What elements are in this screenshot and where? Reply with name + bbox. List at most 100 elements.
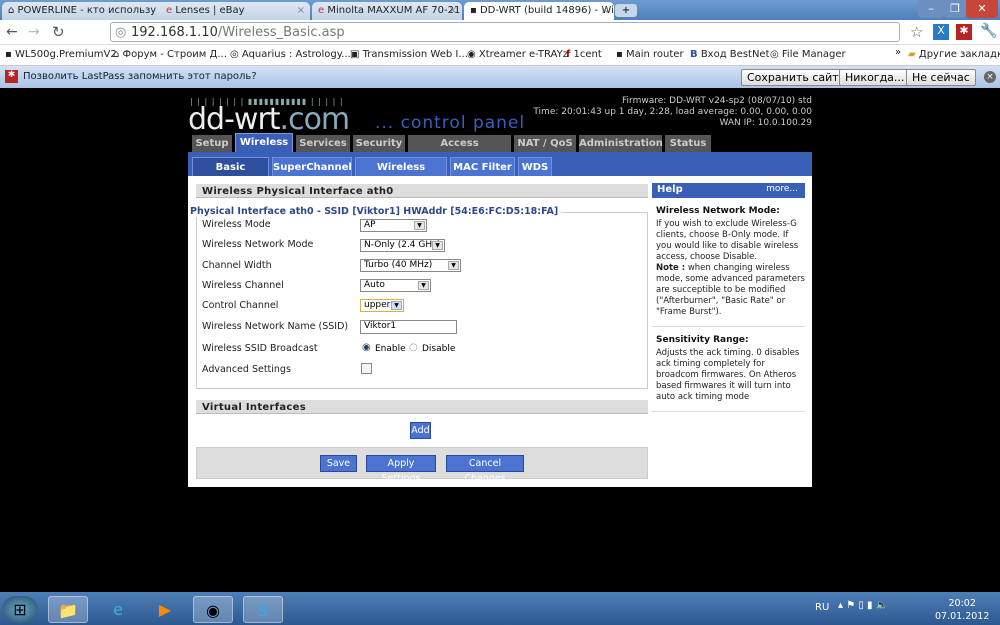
globe-icon: ◎: [115, 25, 127, 40]
minimize-button[interactable]: –: [918, 0, 944, 18]
clock[interactable]: 20:02 07.01.2012: [935, 597, 989, 623]
bookmark[interactable]: ◎ Aquarius : Astrology...: [230, 49, 351, 60]
divider: [652, 411, 805, 412]
bookmark[interactable]: ▪ WL500g.PremiumV2: [5, 49, 117, 60]
tab-status[interactable]: Status: [665, 135, 711, 152]
tab-wireless[interactable]: Wireless: [235, 133, 293, 152]
control-channel-select[interactable]: upper ▼: [360, 299, 404, 312]
close-tab-icon[interactable]: ×: [297, 5, 305, 16]
new-tab-button[interactable]: +: [615, 4, 637, 17]
tab-services[interactable]: Services: [296, 135, 350, 152]
radio-disable[interactable]: ○: [409, 342, 418, 353]
language-indicator[interactable]: RU: [815, 602, 829, 613]
reload-icon[interactable]: ↻: [52, 23, 65, 41]
ebay-icon: e: [318, 5, 328, 16]
help-text: Adjusts the ack timing. 0 disables ack t…: [656, 348, 800, 402]
tab-setup[interactable]: Setup: [192, 135, 232, 152]
browser-tab[interactable]: e Lenses | eBay ×: [160, 2, 310, 20]
bookmark[interactable]: ◉ Xtreamer e-TRAYz: [467, 49, 568, 60]
subtab-superchannel[interactable]: SuperChannel: [272, 157, 352, 176]
not-now-button[interactable]: Не сейчас: [906, 69, 976, 86]
tab-administration[interactable]: Administration: [579, 135, 663, 152]
radio-disable-label: Disable: [422, 344, 456, 354]
bookmark[interactable]: ▣ Transmission Web I...: [350, 49, 468, 60]
divider: [652, 326, 805, 327]
router-info: Firmware: DD-WRT v24-sp2 (08/07/10) std …: [533, 96, 812, 129]
browser-tab-active[interactable]: ▪ DD-WRT (build 14896) - Wi ×: [464, 2, 614, 20]
ssid-broadcast-label: Wireless SSID Broadcast: [202, 343, 318, 354]
skype-icon[interactable]: S: [243, 596, 283, 623]
uptime-text: Time: 20:01:43 up 1 day, 2:28, load aver…: [533, 107, 812, 117]
address-bar[interactable]: ◎ 192.168.1.10/Wireless_Basic.asp: [110, 22, 900, 42]
forward-icon[interactable]: →: [28, 24, 40, 40]
lastpass-message: Позволить LastPass запомнить этот пароль…: [23, 71, 257, 82]
subtab-mac-filter[interactable]: MAC Filter: [450, 157, 515, 176]
bookmark[interactable]: f 1cent: [566, 49, 602, 60]
close-tab-icon[interactable]: ×: [601, 5, 609, 16]
network-mode-select[interactable]: N-Only (2.4 GHz) ▼: [360, 239, 445, 252]
close-bar-button[interactable]: ×: [984, 71, 996, 83]
bookmarks-overflow[interactable]: »: [895, 47, 901, 58]
tray-icons[interactable]: ▴ ⚑ ▯ ▮ 🔈: [838, 600, 888, 611]
close-window-button[interactable]: ✕: [966, 0, 998, 18]
bookmarks-bar: ▪ WL500g.PremiumV2 ⌂ Форум - Строим Д...…: [0, 45, 1000, 66]
ebay-icon: e: [166, 5, 176, 16]
wireless-mode-select[interactable]: AP ▼: [360, 219, 427, 232]
more-link[interactable]: more...: [766, 184, 798, 194]
other-bookmarks[interactable]: ▰ Другие закладки: [908, 49, 1000, 60]
subtab-wireless-security[interactable]: Wireless Security: [355, 157, 447, 192]
channel-width-label: Channel Width: [202, 260, 272, 271]
chevron-down-icon: ▼: [418, 281, 429, 290]
explorer-icon[interactable]: 📁: [48, 596, 88, 623]
close-tab-icon[interactable]: ×: [449, 5, 457, 16]
chrome-icon[interactable]: ◉: [193, 596, 233, 623]
subtab-basic-settings[interactable]: Basic Settings: [192, 157, 269, 192]
help-header: Help more...: [652, 183, 805, 198]
subtab-wds[interactable]: WDS: [518, 157, 552, 176]
ssid-input[interactable]: Viktor1: [360, 320, 457, 334]
help-heading: Sensitivity Range:: [656, 335, 749, 345]
start-button[interactable]: ⊞: [2, 596, 38, 623]
ie-icon[interactable]: e: [98, 596, 138, 623]
chevron-down-icon: ▼: [414, 221, 425, 230]
home-icon: ⌂: [8, 5, 18, 16]
browser-tab-strip: ⌂ POWERLINE - кто использу× e Lenses | e…: [0, 0, 1000, 20]
chevron-down-icon: ▼: [448, 261, 459, 270]
maximize-button[interactable]: ❐: [944, 0, 966, 18]
chevron-down-icon: ▼: [391, 301, 402, 310]
chevron-down-icon: ▼: [432, 241, 443, 250]
lastpass-icon[interactable]: ✱: [956, 24, 972, 40]
apply-settings-button[interactable]: Apply Settings: [366, 455, 436, 484]
bookmark[interactable]: ◎ File Manager: [770, 49, 846, 60]
channel-width-select[interactable]: Turbo (40 MHz) ▼: [360, 259, 461, 272]
virtual-interfaces-header: Virtual Interfaces: [196, 400, 648, 414]
save-button[interactable]: Save: [320, 455, 357, 472]
back-icon[interactable]: ←: [6, 24, 18, 40]
save-site-button[interactable]: Сохранить сайт: [741, 69, 845, 86]
never-button[interactable]: Никогда...: [839, 69, 911, 86]
help-heading: Wireless Network Mode:: [656, 206, 780, 216]
advanced-settings-checkbox[interactable]: [361, 363, 372, 374]
ddwrt-logo: dd-wrt.com: [188, 102, 350, 137]
network-mode-label: Wireless Network Mode: [202, 239, 314, 250]
tab-access-restrictions[interactable]: Access Restrictions: [408, 135, 511, 166]
browser-tab[interactable]: e Minolta MAXXUM AF 70-21 ×: [312, 2, 462, 20]
add-button[interactable]: Add: [410, 422, 431, 439]
tab-security[interactable]: Security: [353, 135, 405, 152]
fieldset-legend: Physical Interface ath0 - SSID [Viktor1]…: [190, 206, 562, 217]
lastpass-bar: ✱ Позволить LastPass запомнить этот паро…: [0, 66, 1000, 88]
media-player-icon[interactable]: ▶: [145, 596, 185, 623]
section-header: Wireless Physical Interface ath0: [196, 184, 648, 198]
cancel-changes-button[interactable]: Cancel Changes: [446, 455, 524, 484]
ssid-label: Wireless Network Name (SSID): [202, 321, 349, 332]
extension-icon[interactable]: X: [933, 24, 949, 40]
wireless-channel-select[interactable]: Auto ▼: [360, 279, 431, 292]
bookmark[interactable]: B Вход BestNet: [690, 49, 770, 60]
radio-enable[interactable]: ◉: [362, 342, 371, 353]
bookmark[interactable]: ⌂ Форум - Строим Д...: [113, 49, 227, 60]
bookmark[interactable]: ▪ Main router: [616, 49, 684, 60]
star-icon[interactable]: ☆: [910, 23, 923, 41]
wan-ip-text: WAN IP: 10.0.100.29: [719, 118, 812, 128]
tab-nat-qos[interactable]: NAT / QoS: [514, 135, 576, 152]
wrench-icon[interactable]: 🔧: [980, 23, 997, 39]
